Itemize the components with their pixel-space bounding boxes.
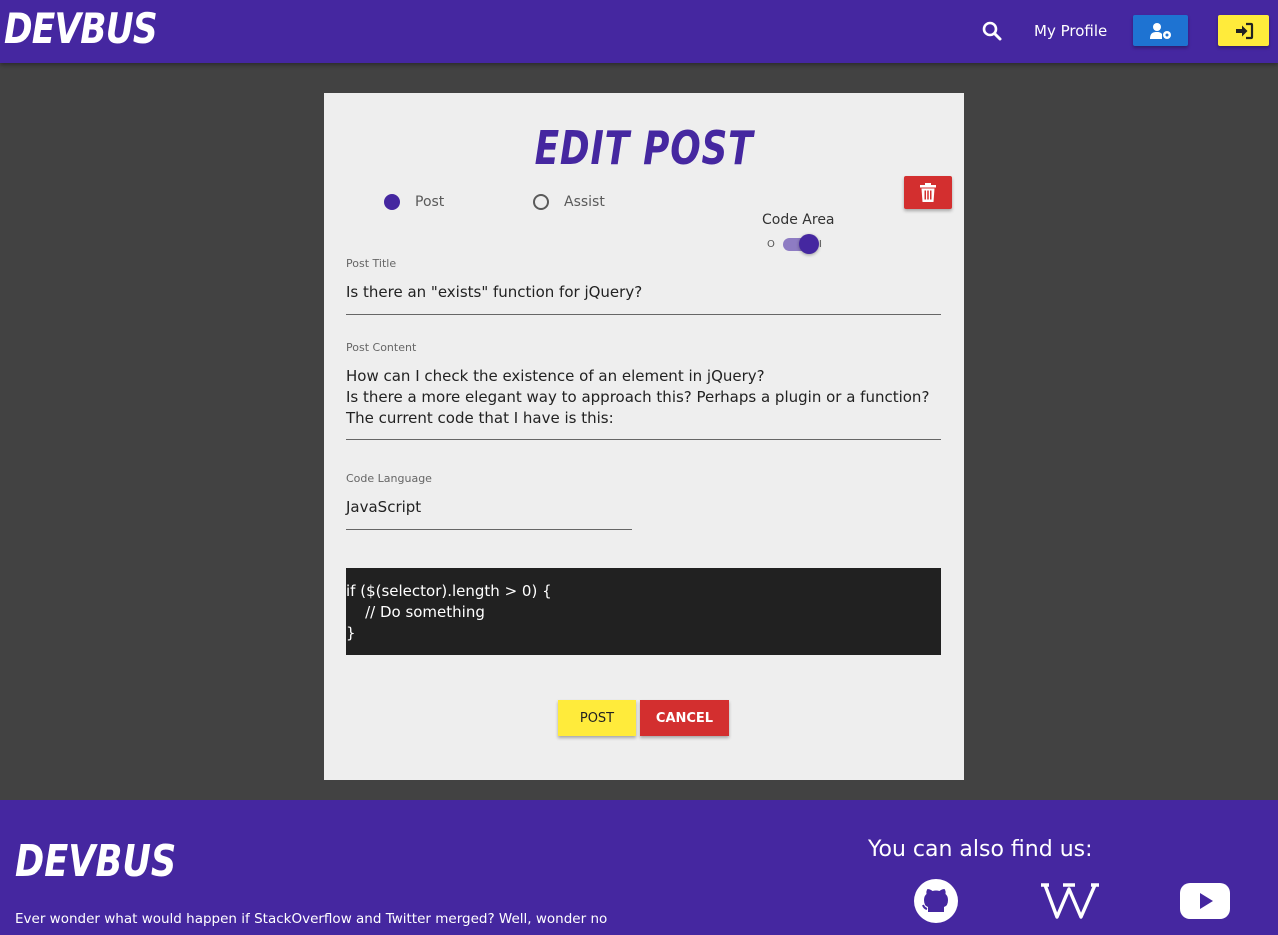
toggle-track[interactable] — [782, 234, 819, 254]
delete-post-button[interactable] — [904, 176, 952, 209]
toggle-on-label: I — [818, 238, 822, 250]
toggle-knob[interactable] — [798, 234, 819, 254]
my-profile-link[interactable]: My Profile — [1034, 22, 1107, 40]
code-language-label: Code Language — [346, 472, 432, 485]
radio-unchecked-icon[interactable] — [533, 194, 549, 210]
post-content-underline — [346, 439, 941, 440]
user-cog-icon — [1149, 22, 1171, 39]
footer-tagline: Ever wonder what would happen if StackOv… — [15, 911, 608, 927]
post-title-input[interactable]: Is there an "exists" function for jQuery… — [346, 282, 941, 303]
github-icon — [914, 878, 958, 923]
post-content-textarea[interactable]: How can I check the existence of an elem… — [346, 366, 941, 429]
page-title: EDIT POST — [534, 121, 754, 175]
youtube-link[interactable] — [1179, 878, 1231, 923]
code-editor[interactable]: if ($(selector).length > 0) { // Do some… — [346, 568, 941, 655]
search-icon[interactable] — [981, 20, 1003, 42]
post-content-line: The current code that I have is this: — [346, 409, 614, 427]
code-area-toggle[interactable]: O I — [767, 234, 837, 254]
code-language-select[interactable]: JavaScript — [346, 497, 632, 518]
trash-icon — [920, 183, 936, 202]
post-title-label: Post Title — [346, 257, 397, 270]
toggle-off-label: O — [767, 238, 775, 250]
post-content-line: How can I check the existence of an elem… — [346, 367, 765, 385]
cancel-button[interactable]: CANCEL — [640, 700, 729, 736]
code-area-label: Code Area — [762, 212, 835, 228]
radio-assist-label: Assist — [564, 194, 605, 210]
post-content-label: Post Content — [346, 341, 417, 354]
brand-logo[interactable]: DEVBUS — [4, 4, 158, 53]
code-language-underline — [346, 529, 632, 530]
wikipedia-link[interactable] — [1040, 878, 1100, 923]
navbar: DEVBUS My Profile — [0, 0, 1278, 63]
radio-assist[interactable]: Assist — [533, 194, 605, 210]
radio-checked-icon[interactable] — [384, 194, 400, 210]
post-content-line: Is there a more elegant way to approach … — [346, 388, 930, 406]
edit-post-card: EDIT POST Post Assist Code Area O I Post… — [324, 93, 964, 780]
post-button[interactable]: POST — [558, 700, 636, 736]
sign-in-icon — [1235, 22, 1253, 39]
wikipedia-icon — [1041, 882, 1099, 919]
footer: DEVBUS Ever wonder what would happen if … — [0, 800, 1278, 935]
github-link[interactable] — [912, 878, 960, 923]
footer-brand-logo: DEVBUS — [15, 836, 177, 887]
find-us-heading: You can also find us: — [868, 837, 1093, 862]
youtube-icon — [1180, 882, 1230, 919]
radio-post-label: Post — [415, 194, 445, 210]
user-settings-button[interactable] — [1133, 15, 1188, 46]
radio-post[interactable]: Post — [384, 194, 444, 210]
post-title-underline — [346, 314, 941, 315]
login-button[interactable] — [1218, 15, 1269, 46]
